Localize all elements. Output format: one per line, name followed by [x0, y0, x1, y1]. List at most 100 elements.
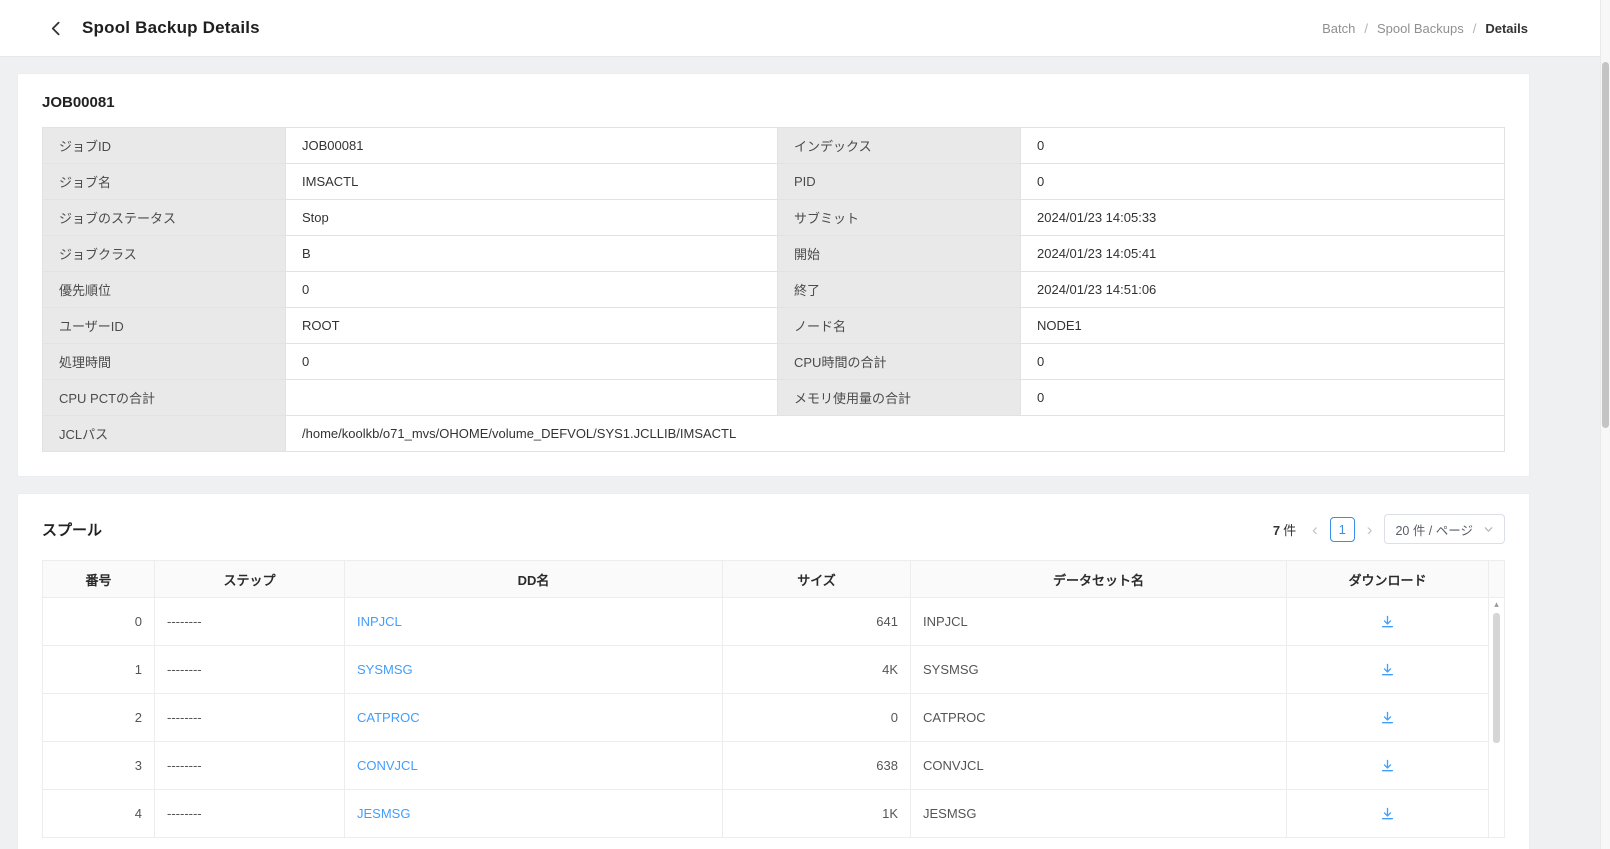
- detail-value: 0: [286, 344, 778, 380]
- cell-number: 1: [43, 646, 155, 694]
- prev-page-button[interactable]: ‹: [1310, 521, 1320, 538]
- cell-number: 0: [43, 598, 155, 646]
- detail-label: インデックス: [778, 128, 1021, 164]
- cell-dataset-name: CATPROC: [911, 694, 1287, 742]
- col-header-step: ステップ: [155, 561, 345, 598]
- breadcrumb-item-batch[interactable]: Batch: [1322, 21, 1355, 36]
- detail-label: 処理時間: [43, 344, 286, 380]
- detail-label: 終了: [778, 272, 1021, 308]
- back-button[interactable]: [46, 18, 67, 39]
- table-row: 0 -------- INPJCL 641 INPJCL: [43, 598, 1505, 646]
- cell-step: --------: [155, 646, 345, 694]
- scrollbar-gutter: [1489, 790, 1505, 838]
- job-details-title: JOB00081: [42, 94, 1505, 111]
- detail-value: 2024/01/23 14:05:33: [1021, 200, 1505, 236]
- page-title: Spool Backup Details: [82, 18, 260, 38]
- col-header-size: サイズ: [723, 561, 911, 598]
- total-count: 7: [1273, 523, 1280, 538]
- detail-value: 0: [1021, 344, 1505, 380]
- cell-dataset-name: JESMSG: [911, 790, 1287, 838]
- cell-size: 638: [723, 742, 911, 790]
- total-unit: 件: [1283, 523, 1296, 538]
- table-scrollbar[interactable]: ▴: [1489, 598, 1504, 743]
- dd-name-link[interactable]: CONVJCL: [357, 758, 418, 773]
- detail-label: PID: [778, 164, 1021, 200]
- detail-label-jcl-path: JCLパス: [43, 416, 286, 452]
- table-header-row: 番号 ステップ DD名 サイズ データセット名 ダウンロード: [43, 561, 1505, 598]
- download-icon[interactable]: [1374, 611, 1401, 632]
- col-header-dataset-name: データセット名: [911, 561, 1287, 598]
- header-left: Spool Backup Details: [46, 18, 260, 39]
- detail-label: ジョブクラス: [43, 236, 286, 272]
- current-page-button[interactable]: 1: [1330, 517, 1355, 542]
- breadcrumb: Batch / Spool Backups / Details: [1322, 21, 1528, 36]
- scrollbar-gutter: [1489, 742, 1505, 790]
- spool-card: スプール 7件 ‹ 1 › 20 件 / ページ: [17, 493, 1530, 849]
- breadcrumb-separator: /: [1473, 21, 1477, 36]
- detail-value: 0: [286, 272, 778, 308]
- detail-value: 2024/01/23 14:51:06: [1021, 272, 1505, 308]
- table-row: 1 -------- SYSMSG 4K SYSMSG: [43, 646, 1505, 694]
- dd-name-link[interactable]: CATPROC: [357, 710, 420, 725]
- detail-label: ノード名: [778, 308, 1021, 344]
- cell-step: --------: [155, 694, 345, 742]
- detail-label: ユーザーID: [43, 308, 286, 344]
- next-page-button[interactable]: ›: [1365, 521, 1375, 538]
- detail-value: ROOT: [286, 308, 778, 344]
- spool-table-wrap: 番号 ステップ DD名 サイズ データセット名 ダウンロード 0 -------…: [42, 560, 1505, 838]
- chevron-left-icon: [48, 20, 65, 37]
- dd-name-link[interactable]: SYSMSG: [357, 662, 413, 677]
- page-size-value: 20 件 / ページ: [1395, 520, 1473, 539]
- cell-dataset-name: CONVJCL: [911, 742, 1287, 790]
- scrollbar-gutter-header: [1489, 561, 1505, 598]
- detail-value: 0: [1021, 164, 1505, 200]
- job-details-table: ジョブID JOB00081 インデックス 0 ジョブ名 IMSACTL PID…: [42, 127, 1505, 452]
- detail-value: NODE1: [1021, 308, 1505, 344]
- cell-step: --------: [155, 598, 345, 646]
- detail-label: ジョブ名: [43, 164, 286, 200]
- detail-label: 開始: [778, 236, 1021, 272]
- table-scrollbar-thumb[interactable]: [1493, 613, 1500, 743]
- cell-step: --------: [155, 790, 345, 838]
- cell-size: 4K: [723, 646, 911, 694]
- cell-size: 641: [723, 598, 911, 646]
- detail-label: メモリ使用量の合計: [778, 380, 1021, 416]
- breadcrumb-item-details: Details: [1485, 21, 1528, 36]
- page-scrollbar[interactable]: [1600, 0, 1610, 849]
- cell-size: 0: [723, 694, 911, 742]
- breadcrumb-item-spool-backups[interactable]: Spool Backups: [1377, 21, 1464, 36]
- cell-number: 3: [43, 742, 155, 790]
- detail-value: B: [286, 236, 778, 272]
- page-scrollbar-thumb[interactable]: [1602, 62, 1609, 428]
- page-size-select[interactable]: 20 件 / ページ: [1384, 514, 1505, 544]
- detail-value: 0: [1021, 380, 1505, 416]
- scroll-up-icon[interactable]: ▴: [1489, 598, 1504, 611]
- detail-label: CPU時間の合計: [778, 344, 1021, 380]
- detail-label: サブミット: [778, 200, 1021, 236]
- detail-value: Stop: [286, 200, 778, 236]
- detail-label: CPU PCTの合計: [43, 380, 286, 416]
- download-icon[interactable]: [1374, 659, 1401, 680]
- dd-name-link[interactable]: INPJCL: [357, 614, 402, 629]
- dd-name-link[interactable]: JESMSG: [357, 806, 410, 821]
- spool-header-row: スプール 7件 ‹ 1 › 20 件 / ページ: [42, 514, 1505, 544]
- detail-label: 優先順位: [43, 272, 286, 308]
- spool-table: 番号 ステップ DD名 サイズ データセット名 ダウンロード 0 -------…: [42, 560, 1505, 838]
- table-row: 4 -------- JESMSG 1K JESMSG: [43, 790, 1505, 838]
- download-icon[interactable]: [1374, 707, 1401, 728]
- table-row: 2 -------- CATPROC 0 CATPROC: [43, 694, 1505, 742]
- detail-label: ジョブのステータス: [43, 200, 286, 236]
- breadcrumb-separator: /: [1364, 21, 1368, 36]
- chevron-down-icon: [1483, 524, 1494, 535]
- col-header-download: ダウンロード: [1287, 561, 1489, 598]
- cell-dataset-name: INPJCL: [911, 598, 1287, 646]
- detail-value: 0: [1021, 128, 1505, 164]
- total-count-text: 7件: [1273, 520, 1296, 539]
- download-icon[interactable]: [1374, 755, 1401, 776]
- download-icon[interactable]: [1374, 803, 1401, 824]
- col-header-dd-name: DD名: [345, 561, 723, 598]
- table-row: 3 -------- CONVJCL 638 CONVJCL: [43, 742, 1505, 790]
- detail-value: IMSACTL: [286, 164, 778, 200]
- job-details-card: JOB00081 ジョブID JOB00081 インデックス 0 ジョブ名 IM…: [17, 73, 1530, 477]
- spool-title: スプール: [42, 519, 102, 540]
